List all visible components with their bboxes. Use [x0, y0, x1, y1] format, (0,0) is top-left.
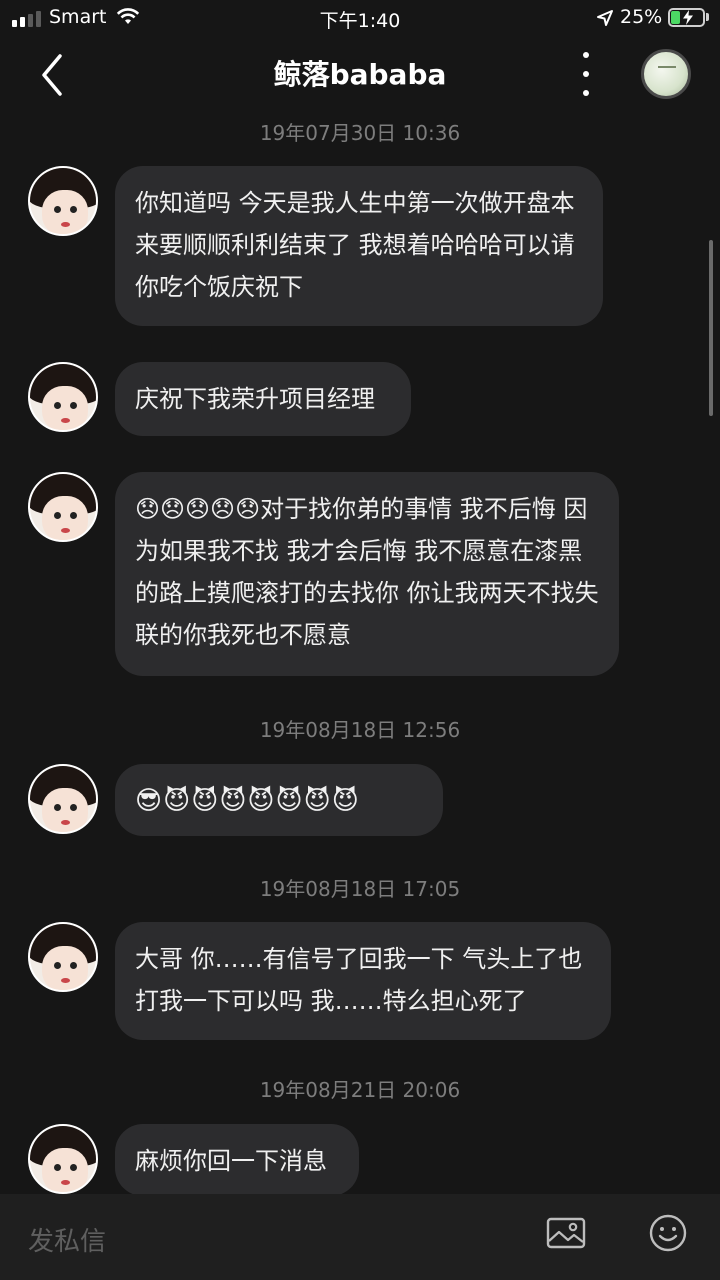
message-bubble[interactable]: 庆祝下我荣升项目经理 — [115, 362, 411, 436]
image-picker-icon[interactable] — [546, 1217, 586, 1249]
sender-avatar[interactable] — [28, 472, 98, 542]
message-bubble[interactable]: 大哥 你……有信号了回我一下 气头上了也打我一下可以吗 我……特么担心死了 — [115, 922, 611, 1040]
composer-bar: 发私信 — [0, 1194, 720, 1280]
chat-title: 鲸落bababa — [273, 58, 447, 91]
sender-avatar[interactable] — [28, 362, 98, 432]
message-input[interactable]: 发私信 — [28, 1221, 106, 1258]
battery-percent: 25% — [620, 6, 663, 28]
scrollbar[interactable] — [709, 240, 713, 416]
sender-avatar[interactable] — [28, 922, 98, 992]
location-arrow-icon — [597, 10, 613, 26]
more-options-icon[interactable] — [574, 52, 598, 96]
status-bar: Smart 下午1:40 25% — [0, 0, 720, 36]
sender-avatar[interactable] — [28, 166, 98, 236]
message-bubble[interactable]: 你知道吗 今天是我人生中第一次做开盘本来要顺顺利利结束了 我想着哈哈哈可以请你吃… — [115, 166, 603, 326]
sender-avatar[interactable] — [28, 1124, 98, 1194]
message-timestamp: 19年08月18日 17:05 — [259, 877, 461, 901]
battery-cap — [706, 13, 709, 21]
message-timestamp: 19年08月21日 20:06 — [259, 1078, 461, 1102]
emoji-message-bubble[interactable]: 😎😈😈😈😈😈😈😈 — [115, 764, 443, 836]
sender-avatar[interactable] — [28, 764, 98, 834]
battery-icon — [668, 8, 705, 27]
message-bubble[interactable]: 😞😞😞😞😞对于找你弟的事情 我不后悔 因为如果我不找 我才会后悔 我不愿意在漆黑… — [115, 472, 619, 676]
emoji-picker-icon[interactable] — [648, 1213, 688, 1253]
contact-avatar[interactable] — [641, 49, 691, 99]
message-timestamp: 19年08月18日 12:56 — [259, 718, 461, 742]
message-timestamp: 19年07月30日 10:36 — [259, 121, 461, 145]
message-bubble[interactable]: 麻烦你回一下消息 — [115, 1124, 359, 1196]
